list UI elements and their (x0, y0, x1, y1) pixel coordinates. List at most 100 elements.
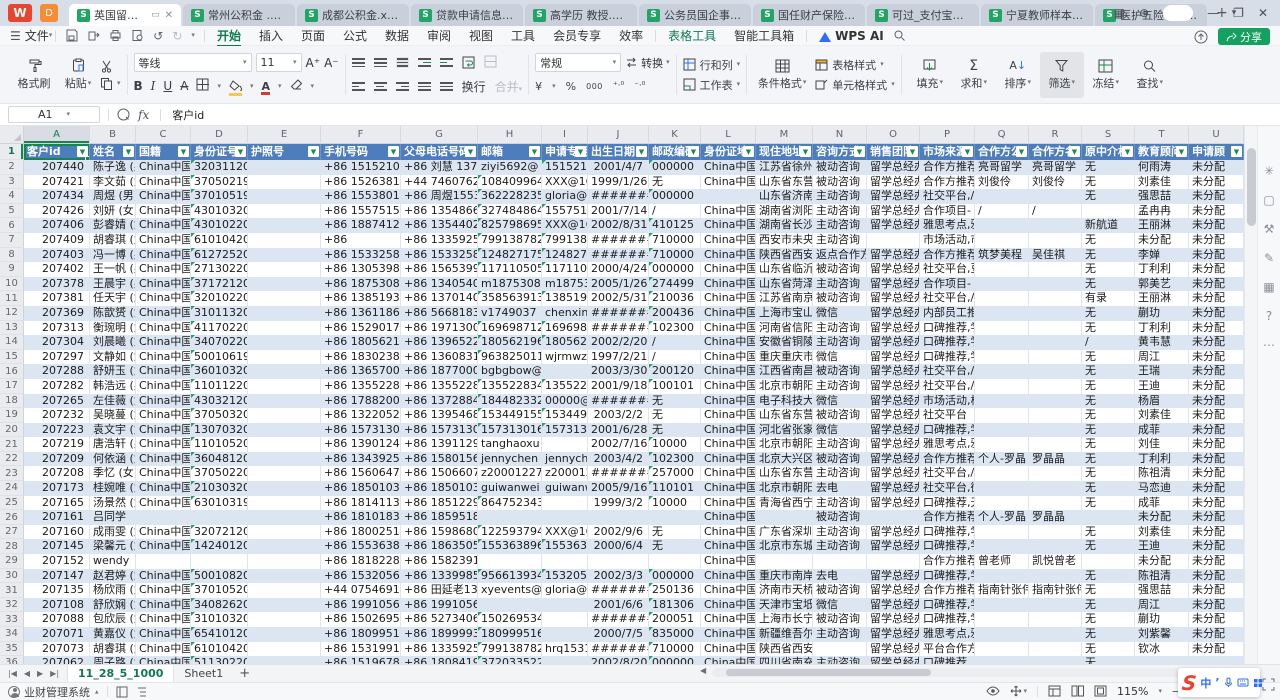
cell[interactable]: 合作方推荐 (920, 554, 975, 569)
cell[interactable] (975, 233, 1029, 248)
outline-icon[interactable] (136, 686, 148, 698)
cell[interactable]: China中国 (136, 627, 191, 642)
cell[interactable]: 2005/1/26 (588, 277, 649, 292)
italic-button[interactable]: I (151, 79, 156, 93)
cell[interactable]: 天津市宝坻 (756, 598, 813, 613)
cell[interactable]: 无 (1082, 189, 1135, 204)
cell[interactable]: 刘俊伶 (975, 175, 1029, 190)
row-number[interactable]: 1 (0, 144, 24, 160)
cell[interactable]: +86 1971300890 (401, 321, 478, 336)
cell[interactable]: +86 1335925706 (401, 642, 478, 657)
font-name-select[interactable]: 等线▾ (134, 53, 252, 72)
cell[interactable] (248, 510, 321, 525)
cell[interactable]: 未分配 (1189, 510, 1244, 525)
file-tab[interactable]: S公务员国企事业单... (639, 4, 751, 26)
cell[interactable]: China中国 (701, 394, 756, 409)
cell[interactable]: China中国 (136, 350, 191, 365)
column-header-G[interactable]: G (401, 126, 478, 144)
cell[interactable] (756, 510, 813, 525)
edit-icon[interactable]: ✎ (1264, 251, 1274, 265)
number-format-select[interactable]: 常规▾ (535, 53, 621, 72)
cell[interactable]: 留学总经办 (867, 160, 920, 175)
cell[interactable]: 未分配 (1189, 160, 1244, 175)
cell[interactable]: 留学总经办 (867, 291, 920, 306)
cell[interactable] (248, 218, 321, 233)
cell[interactable]: 153449155 (478, 408, 542, 423)
cell[interactable] (248, 627, 321, 642)
cell[interactable]: 王瑞 (1135, 364, 1189, 379)
cell[interactable] (542, 437, 588, 452)
close-button[interactable]: ✕ (1258, 6, 1268, 20)
menu-item-效率[interactable]: 效率 (610, 27, 652, 44)
cell[interactable]: China中国 (136, 218, 191, 233)
cell[interactable]: 刘素佳 (1135, 525, 1189, 540)
cell[interactable] (1029, 481, 1082, 496)
cell[interactable]: 何依涵 (女 (90, 452, 136, 467)
freeze-button[interactable]: 冻结▾ (1084, 52, 1128, 98)
cell[interactable]: +86 1863505000 (401, 539, 478, 554)
cell[interactable] (756, 554, 813, 569)
cell[interactable]: / (649, 204, 701, 219)
add-sheet-button[interactable]: + (239, 666, 250, 681)
cell[interactable]: 130703200106280921 (191, 423, 248, 438)
cell[interactable]: 主动咨询 (813, 379, 867, 394)
cell[interactable]: 主动咨询 (813, 233, 867, 248)
file-tab[interactable]: S常州公积金 .xlsx (183, 4, 295, 26)
cell[interactable]: 207209 (24, 452, 90, 467)
cell[interactable]: 2003/3/30 (588, 364, 649, 379)
align-center-icon[interactable] (374, 82, 387, 91)
cell[interactable]: China中国 (701, 204, 756, 219)
filter-dropdown-icon[interactable]: ▼ (123, 146, 134, 157)
cell[interactable] (975, 291, 1029, 306)
cell[interactable]: +86 1565399710 (401, 262, 478, 277)
cell[interactable]: 左佳薇 (女 (90, 394, 136, 409)
cell[interactable]: +86 18753080 (321, 277, 401, 292)
cell[interactable]: XXX@163. (542, 218, 588, 233)
cell[interactable]: +86 1533258500 (401, 248, 478, 263)
align-top-icon[interactable] (352, 58, 365, 67)
cell[interactable]: 王丽淋 (1135, 291, 1189, 306)
cell[interactable]: 山东省菏泽 (756, 277, 813, 292)
cell[interactable]: 207409 (24, 233, 90, 248)
cell[interactable]: 未分配 (1189, 569, 1244, 584)
cell[interactable] (248, 233, 321, 248)
cell[interactable]: 2000/4/24 (588, 262, 649, 277)
row-number[interactable]: 26 (0, 510, 24, 525)
cell[interactable]: 青海省西宁 (756, 496, 813, 511)
cell[interactable]: 无 (1082, 481, 1135, 496)
cell[interactable]: 799138782 (542, 233, 588, 248)
cell[interactable]: 雅思考点,雅 (920, 627, 975, 642)
filter-dropdown-icon[interactable]: ▼ (1231, 146, 1242, 157)
cell[interactable]: 未分配 (1189, 627, 1244, 642)
cell[interactable]: China中国 (701, 233, 756, 248)
cell[interactable]: 110105200207165451 (191, 437, 248, 452)
cell[interactable]: 未分配 (1189, 496, 1244, 511)
cell[interactable]: 桂婉唯 (女 (90, 481, 136, 496)
cell[interactable]: 2003/2/2 (588, 408, 649, 423)
cell[interactable]: China中国 (136, 583, 191, 598)
cell[interactable]: 124827175 (478, 248, 542, 263)
cell[interactable]: 主动咨询 (813, 321, 867, 336)
menu-item-审阅[interactable]: 审阅 (418, 27, 460, 44)
cell[interactable]: 留学总经办 (867, 466, 920, 481)
cell[interactable]: 主动咨询 (813, 437, 867, 452)
cell[interactable]: 未分配 (1189, 525, 1244, 540)
cell[interactable]: 654101200007050581 (191, 627, 248, 642)
cell[interactable]: 710000 (649, 248, 701, 263)
cell[interactable]: ######### (588, 466, 649, 481)
cell[interactable]: 无 (1082, 452, 1135, 467)
cell[interactable] (1082, 510, 1135, 525)
cell[interactable]: 被动咨询 (813, 291, 867, 306)
cell[interactable]: China中国 (701, 306, 756, 321)
cell[interactable]: 合作方推荐 (920, 583, 975, 598)
cell[interactable] (1029, 277, 1082, 292)
row-number[interactable]: 3 (0, 175, 24, 190)
zoom-level[interactable]: 115% (1117, 685, 1148, 698)
cell[interactable]: 150269534 (478, 612, 542, 627)
borders-button[interactable] (196, 78, 209, 94)
cell[interactable]: +86 17882007 (321, 394, 401, 409)
row-number[interactable]: 2 (0, 160, 24, 175)
cell[interactable]: 未分配 (1189, 335, 1244, 350)
search-icon[interactable] (893, 29, 906, 42)
cell[interactable]: China中国 (701, 569, 756, 584)
